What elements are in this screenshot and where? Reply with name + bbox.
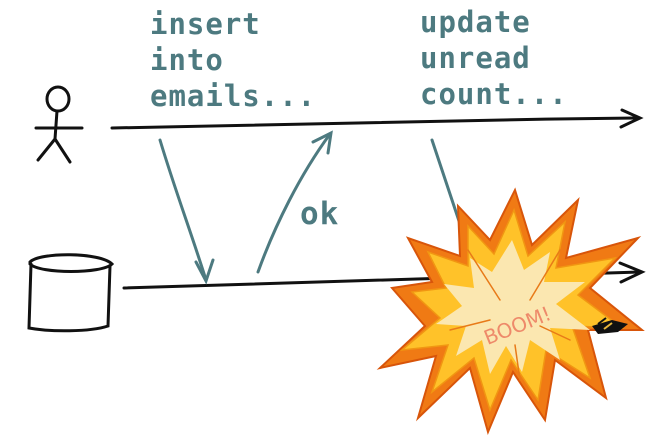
stick-figure-icon (34, 85, 84, 164)
database-cylinder-icon (27, 253, 115, 333)
insert-arrow (158, 138, 215, 285)
update-label-line-1: update (420, 5, 531, 39)
insert-label-line-2: into (150, 43, 224, 77)
insert-label-line-3: emails... (150, 79, 317, 113)
insert-label-line-1: insert (150, 7, 261, 41)
sequence-diagram: BOOM! insert into emails... ok update un… (0, 0, 660, 443)
update-label-line-2: unread (420, 41, 531, 75)
update-label-line-3: count... (420, 77, 568, 111)
ok-label: ok (300, 196, 340, 232)
explosion-icon: BOOM! (376, 187, 645, 436)
update-label: update unread count... (420, 4, 568, 112)
insert-label: insert into emails... (150, 6, 316, 114)
